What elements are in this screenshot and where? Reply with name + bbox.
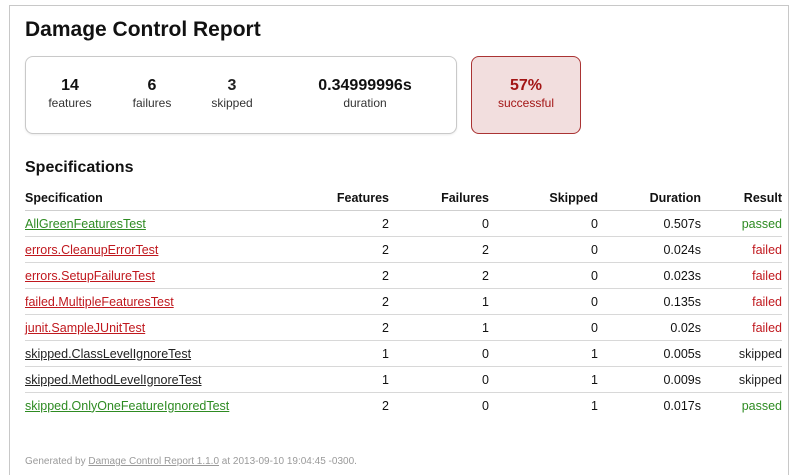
cell-duration: 0.024s bbox=[598, 236, 701, 263]
cell-features: 2 bbox=[307, 210, 389, 237]
cell-failures: 0 bbox=[482, 398, 489, 413]
cell-failures: 1 bbox=[389, 288, 489, 315]
cell-result: skipped bbox=[701, 340, 782, 367]
cell-duration: 0.135s bbox=[598, 288, 701, 315]
cell-specification: skipped.MethodLevelIgnoreTest bbox=[25, 366, 307, 393]
cell-specification: failed.MultipleFeaturesTest bbox=[25, 288, 307, 315]
cell-result: failed bbox=[701, 288, 782, 315]
specification-link[interactable]: errors.CleanupErrorTest bbox=[25, 243, 158, 257]
success-rate-box: 57% successful bbox=[471, 56, 581, 134]
footer-report-link[interactable]: Damage Control Report 1.1.0 bbox=[88, 456, 219, 467]
table-row: junit.SampleJUnitTest 2 1 0 0.02s failed bbox=[25, 314, 782, 341]
table-row: errors.SetupFailureTest 2 2 0 0.023s failed bbox=[25, 262, 782, 289]
specification-link[interactable]: skipped.ClassLevelIgnoreTest bbox=[25, 347, 191, 361]
cell-features: 2 bbox=[307, 262, 389, 289]
table-row: AllGreenFeaturesTest 2 0 0 0.507s passed bbox=[25, 210, 782, 237]
header-failures: Failures bbox=[389, 190, 489, 211]
specification-link[interactable]: junit.SampleJUnitTest bbox=[25, 321, 145, 335]
cell-failures: 2 bbox=[389, 236, 489, 263]
cell-skipped: 0 bbox=[489, 262, 598, 289]
specifications-table: Specification Features Failures Skipped … bbox=[25, 190, 782, 418]
cell-features: 2 bbox=[307, 314, 389, 341]
table-row: skipped.OnlyOneFeatureIgnoredTest 2 0 1 0.01… bbox=[25, 393, 782, 419]
stat-failures-value: 6 bbox=[147, 77, 157, 94]
section-title: Specifications bbox=[25, 159, 134, 176]
header-features: Features bbox=[307, 190, 389, 211]
cell-failures: 0 bbox=[389, 210, 489, 237]
cell-skipped: 1 bbox=[591, 398, 598, 413]
stat-skipped-label: skipped bbox=[211, 96, 253, 110]
cell-skipped: 0 bbox=[489, 314, 598, 341]
header-duration: Duration bbox=[598, 190, 701, 211]
cell-duration: 0.017s bbox=[663, 398, 701, 413]
cell-skipped: 0 bbox=[489, 288, 598, 315]
cell-duration: 0.507s bbox=[598, 210, 701, 237]
page-title: Damage Control Report bbox=[25, 18, 261, 41]
stat-duration-label: duration bbox=[343, 96, 387, 110]
cell-result: skipped bbox=[701, 366, 782, 393]
stat-features: 14 features bbox=[44, 77, 96, 111]
cell-specification: skipped.ClassLevelIgnoreTest bbox=[25, 340, 307, 367]
cell-result: passed bbox=[741, 398, 782, 413]
stat-skipped: 3 skipped bbox=[201, 77, 263, 111]
specification-link[interactable]: failed.MultipleFeaturesTest bbox=[25, 295, 174, 309]
success-rate-value: 57% bbox=[509, 77, 543, 94]
footer-suffix: at 2013-09-10 19:04:45 -0300. bbox=[221, 456, 357, 467]
cell-result: failed bbox=[701, 236, 782, 263]
cell-duration: 0.005s bbox=[598, 340, 701, 367]
stat-failures-label: failures bbox=[132, 96, 172, 110]
cell-failures: 2 bbox=[389, 262, 489, 289]
success-rate-label: successful bbox=[497, 96, 555, 110]
cell-specification: AllGreenFeaturesTest bbox=[25, 210, 307, 237]
table-header-row: Specification Features Failures Skipped … bbox=[25, 190, 782, 211]
cell-failures: 1 bbox=[389, 314, 489, 341]
specification-link[interactable]: errors.SetupFailureTest bbox=[25, 269, 155, 283]
cell-result: failed bbox=[701, 262, 782, 289]
cell-duration: 0.02s bbox=[598, 314, 701, 341]
cell-specification: errors.CleanupErrorTest bbox=[25, 236, 307, 263]
cell-skipped: 0 bbox=[489, 210, 598, 237]
header-specification: Specification bbox=[25, 190, 307, 211]
cell-failures: 0 bbox=[389, 340, 489, 367]
cell-specification: errors.SetupFailureTest bbox=[25, 262, 307, 289]
cell-result: passed bbox=[701, 210, 782, 237]
cell-duration: 0.023s bbox=[598, 262, 701, 289]
table-row: skipped.ClassLevelIgnoreTest 1 0 1 0.005s ski… bbox=[25, 340, 782, 367]
cell-features: 1 bbox=[307, 340, 389, 367]
cell-features: 2 bbox=[307, 288, 389, 315]
stat-duration-value: 0.34999996s bbox=[318, 77, 412, 94]
stat-features-value: 14 bbox=[61, 77, 79, 94]
cell-duration: 0.009s bbox=[598, 366, 701, 393]
header-result: Result bbox=[701, 190, 782, 211]
footer: Generated by Damage Control Report 1.1.0… bbox=[25, 456, 357, 467]
stat-features-label: features bbox=[48, 96, 92, 110]
header-skipped: Skipped bbox=[489, 190, 598, 211]
stat-failures: 6 failures bbox=[124, 77, 180, 111]
specification-link[interactable]: AllGreenFeaturesTest bbox=[25, 217, 146, 231]
footer-prefix: Generated by bbox=[25, 456, 86, 467]
table-row: failed.MultipleFeaturesTest 2 1 0 0.135s fail… bbox=[25, 288, 782, 315]
cell-specification: junit.SampleJUnitTest bbox=[25, 314, 307, 341]
cell-features: 1 bbox=[307, 366, 389, 393]
specification-link[interactable]: skipped.OnlyOneFeatureIgnoredTest bbox=[25, 399, 229, 413]
cell-skipped: 0 bbox=[489, 236, 598, 263]
cell-skipped: 1 bbox=[489, 366, 598, 393]
cell-specification: skipped.OnlyOneFeatureIgnoredTest bbox=[25, 393, 307, 419]
stat-duration: 0.34999996s duration bbox=[306, 77, 424, 111]
table-row: errors.CleanupErrorTest 2 2 0 0.024s failed bbox=[25, 236, 782, 263]
table-body: AllGreenFeaturesTest 2 0 0 0.507s passed error… bbox=[25, 210, 782, 419]
cell-skipped: 1 bbox=[489, 340, 598, 367]
summary-box: 14 features 6 failures 3 skipped 0.34999… bbox=[25, 56, 457, 134]
cell-features: 2 bbox=[307, 236, 389, 263]
cell-features: 2 bbox=[382, 398, 389, 413]
table-row: skipped.MethodLevelIgnoreTest 1 0 1 0.009s sk… bbox=[25, 366, 782, 393]
cell-result: failed bbox=[701, 314, 782, 341]
stat-skipped-value: 3 bbox=[227, 77, 237, 94]
specification-link[interactable]: skipped.MethodLevelIgnoreTest bbox=[25, 373, 202, 387]
cell-failures: 0 bbox=[389, 366, 489, 393]
